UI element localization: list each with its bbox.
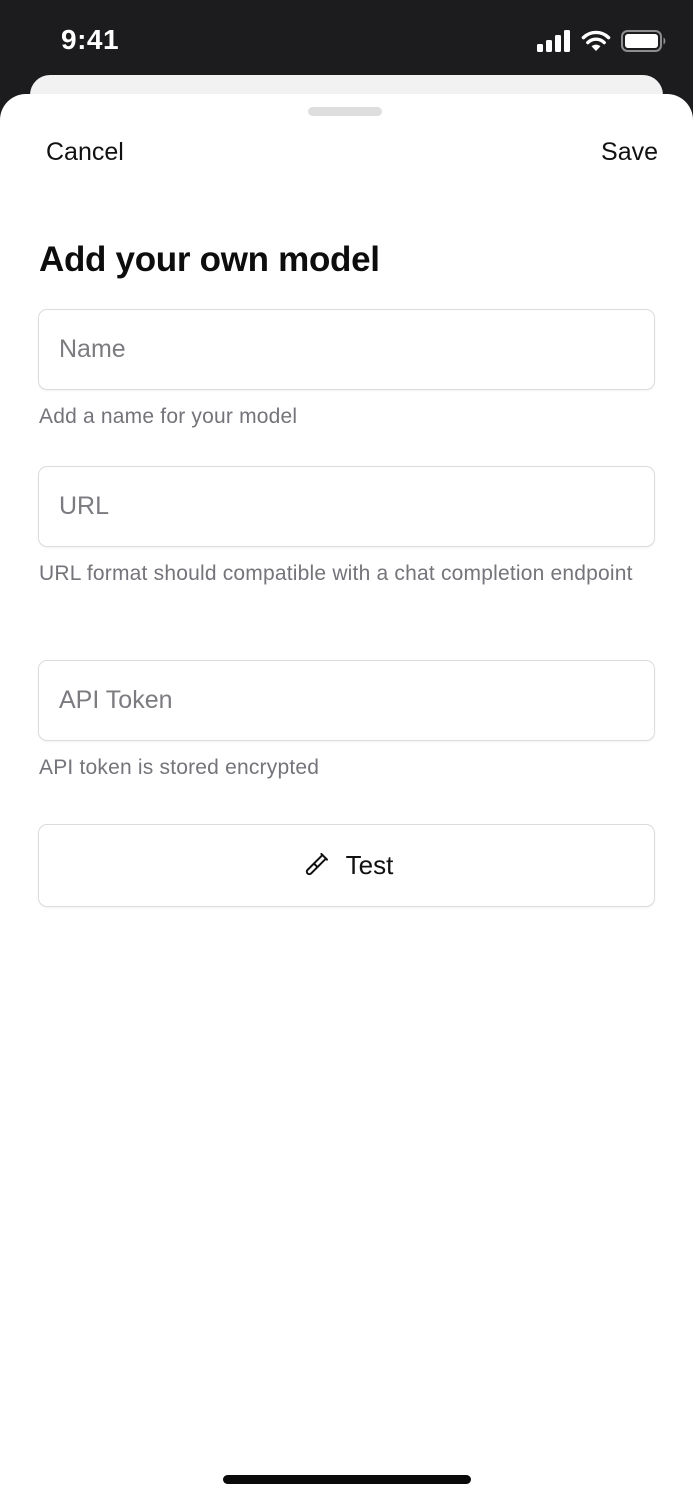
cellular-signal-icon (537, 30, 571, 52)
status-bar: 9:41 (0, 0, 693, 80)
api-token-field[interactable] (38, 660, 655, 741)
sheet-grabber-handle[interactable] (308, 107, 382, 116)
battery-icon (621, 30, 667, 52)
status-time: 9:41 (61, 24, 120, 55)
api-token-helper-text: API token is stored encrypted (39, 756, 320, 779)
url-input[interactable] (39, 467, 654, 546)
url-helper-text: URL format should compatible with a chat… (39, 562, 633, 585)
wifi-icon (581, 30, 611, 52)
save-button[interactable]: Save (601, 138, 658, 167)
add-model-sheet: Cancel Save Add your own model Add a nam… (0, 94, 693, 1500)
url-field[interactable] (38, 466, 655, 547)
test-button-label: Test (345, 850, 394, 880)
home-indicator (223, 1475, 471, 1484)
page-title: Add your own model (39, 240, 380, 279)
test-button[interactable]: Test (38, 824, 655, 907)
cancel-button[interactable]: Cancel (46, 138, 124, 167)
api-token-input[interactable] (39, 661, 654, 740)
name-field[interactable] (38, 309, 655, 390)
status-icons (537, 30, 667, 52)
test-tube-icon (300, 851, 330, 881)
name-helper-text: Add a name for your model (39, 405, 298, 428)
name-input[interactable] (39, 310, 654, 389)
